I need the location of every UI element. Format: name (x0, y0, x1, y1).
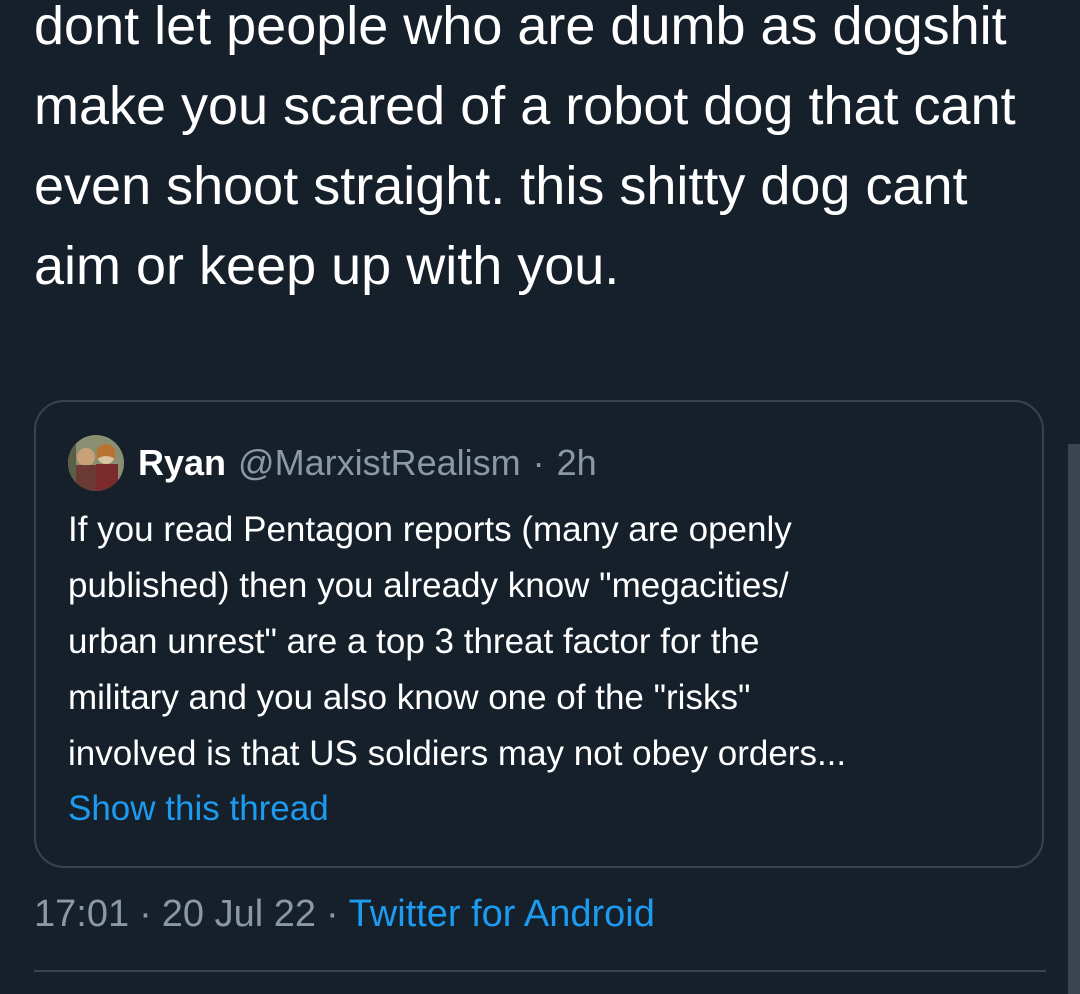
author-avatar[interactable] (68, 435, 124, 491)
tweet-date[interactable]: 20 Jul 22 (162, 893, 316, 935)
author-name[interactable]: Ryan (138, 442, 226, 484)
meta-separator: · (139, 893, 152, 935)
show-thread-link[interactable]: Show this thread (68, 789, 329, 829)
divider (34, 970, 1046, 972)
avatar-illustration-icon (68, 435, 124, 491)
author-handle[interactable]: @MarxistRealism (238, 442, 521, 484)
header-separator: · (532, 442, 545, 483)
tweet-time[interactable]: 17:01 (34, 893, 129, 935)
tweet-source-link[interactable]: Twitter for Android (349, 893, 655, 935)
tweet-text: dont let people who are dumb as dogshit … (34, 0, 1016, 296)
meta-separator: · (325, 893, 339, 935)
quoted-tweet-header: Ryan @MarxistRealism · 2h (68, 434, 597, 492)
scrollbar[interactable] (1068, 444, 1080, 994)
quoted-tweet-card[interactable]: Ryan @MarxistRealism · 2h If you read Pe… (34, 400, 1044, 868)
quoted-tweet-text: If you read Pentagon reports (many are o… (68, 510, 847, 773)
tweet-meta: 17:01 · 20 Jul 22 · Twitter for Android (34, 890, 655, 938)
tweet-time-ago[interactable]: 2h (557, 442, 597, 484)
